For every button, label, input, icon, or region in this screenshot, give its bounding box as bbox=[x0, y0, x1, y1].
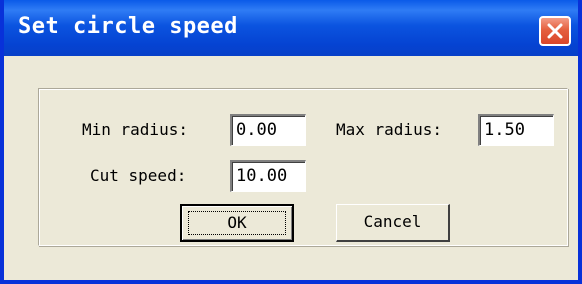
max-radius-input[interactable]: 1.50 bbox=[478, 114, 554, 146]
close-icon bbox=[547, 23, 563, 39]
dialog-window: Set circle speed Min radius: 0.00 Max ra… bbox=[0, 0, 582, 284]
cancel-button-label: Cancel bbox=[363, 212, 422, 231]
focus-ring bbox=[188, 211, 286, 235]
ok-button[interactable]: OK bbox=[180, 204, 294, 242]
max-radius-label: Max radius: bbox=[336, 120, 442, 139]
min-radius-input[interactable]: 0.00 bbox=[230, 114, 306, 146]
close-button[interactable] bbox=[539, 16, 571, 46]
title-bar[interactable]: Set circle speed bbox=[4, 0, 578, 56]
min-radius-label: Min radius: bbox=[82, 120, 188, 139]
cancel-button[interactable]: Cancel bbox=[336, 204, 450, 242]
cut-speed-label: Cut speed: bbox=[90, 166, 187, 185]
window-title: Set circle speed bbox=[18, 14, 238, 39]
cut-speed-input[interactable]: 10.00 bbox=[230, 160, 306, 192]
